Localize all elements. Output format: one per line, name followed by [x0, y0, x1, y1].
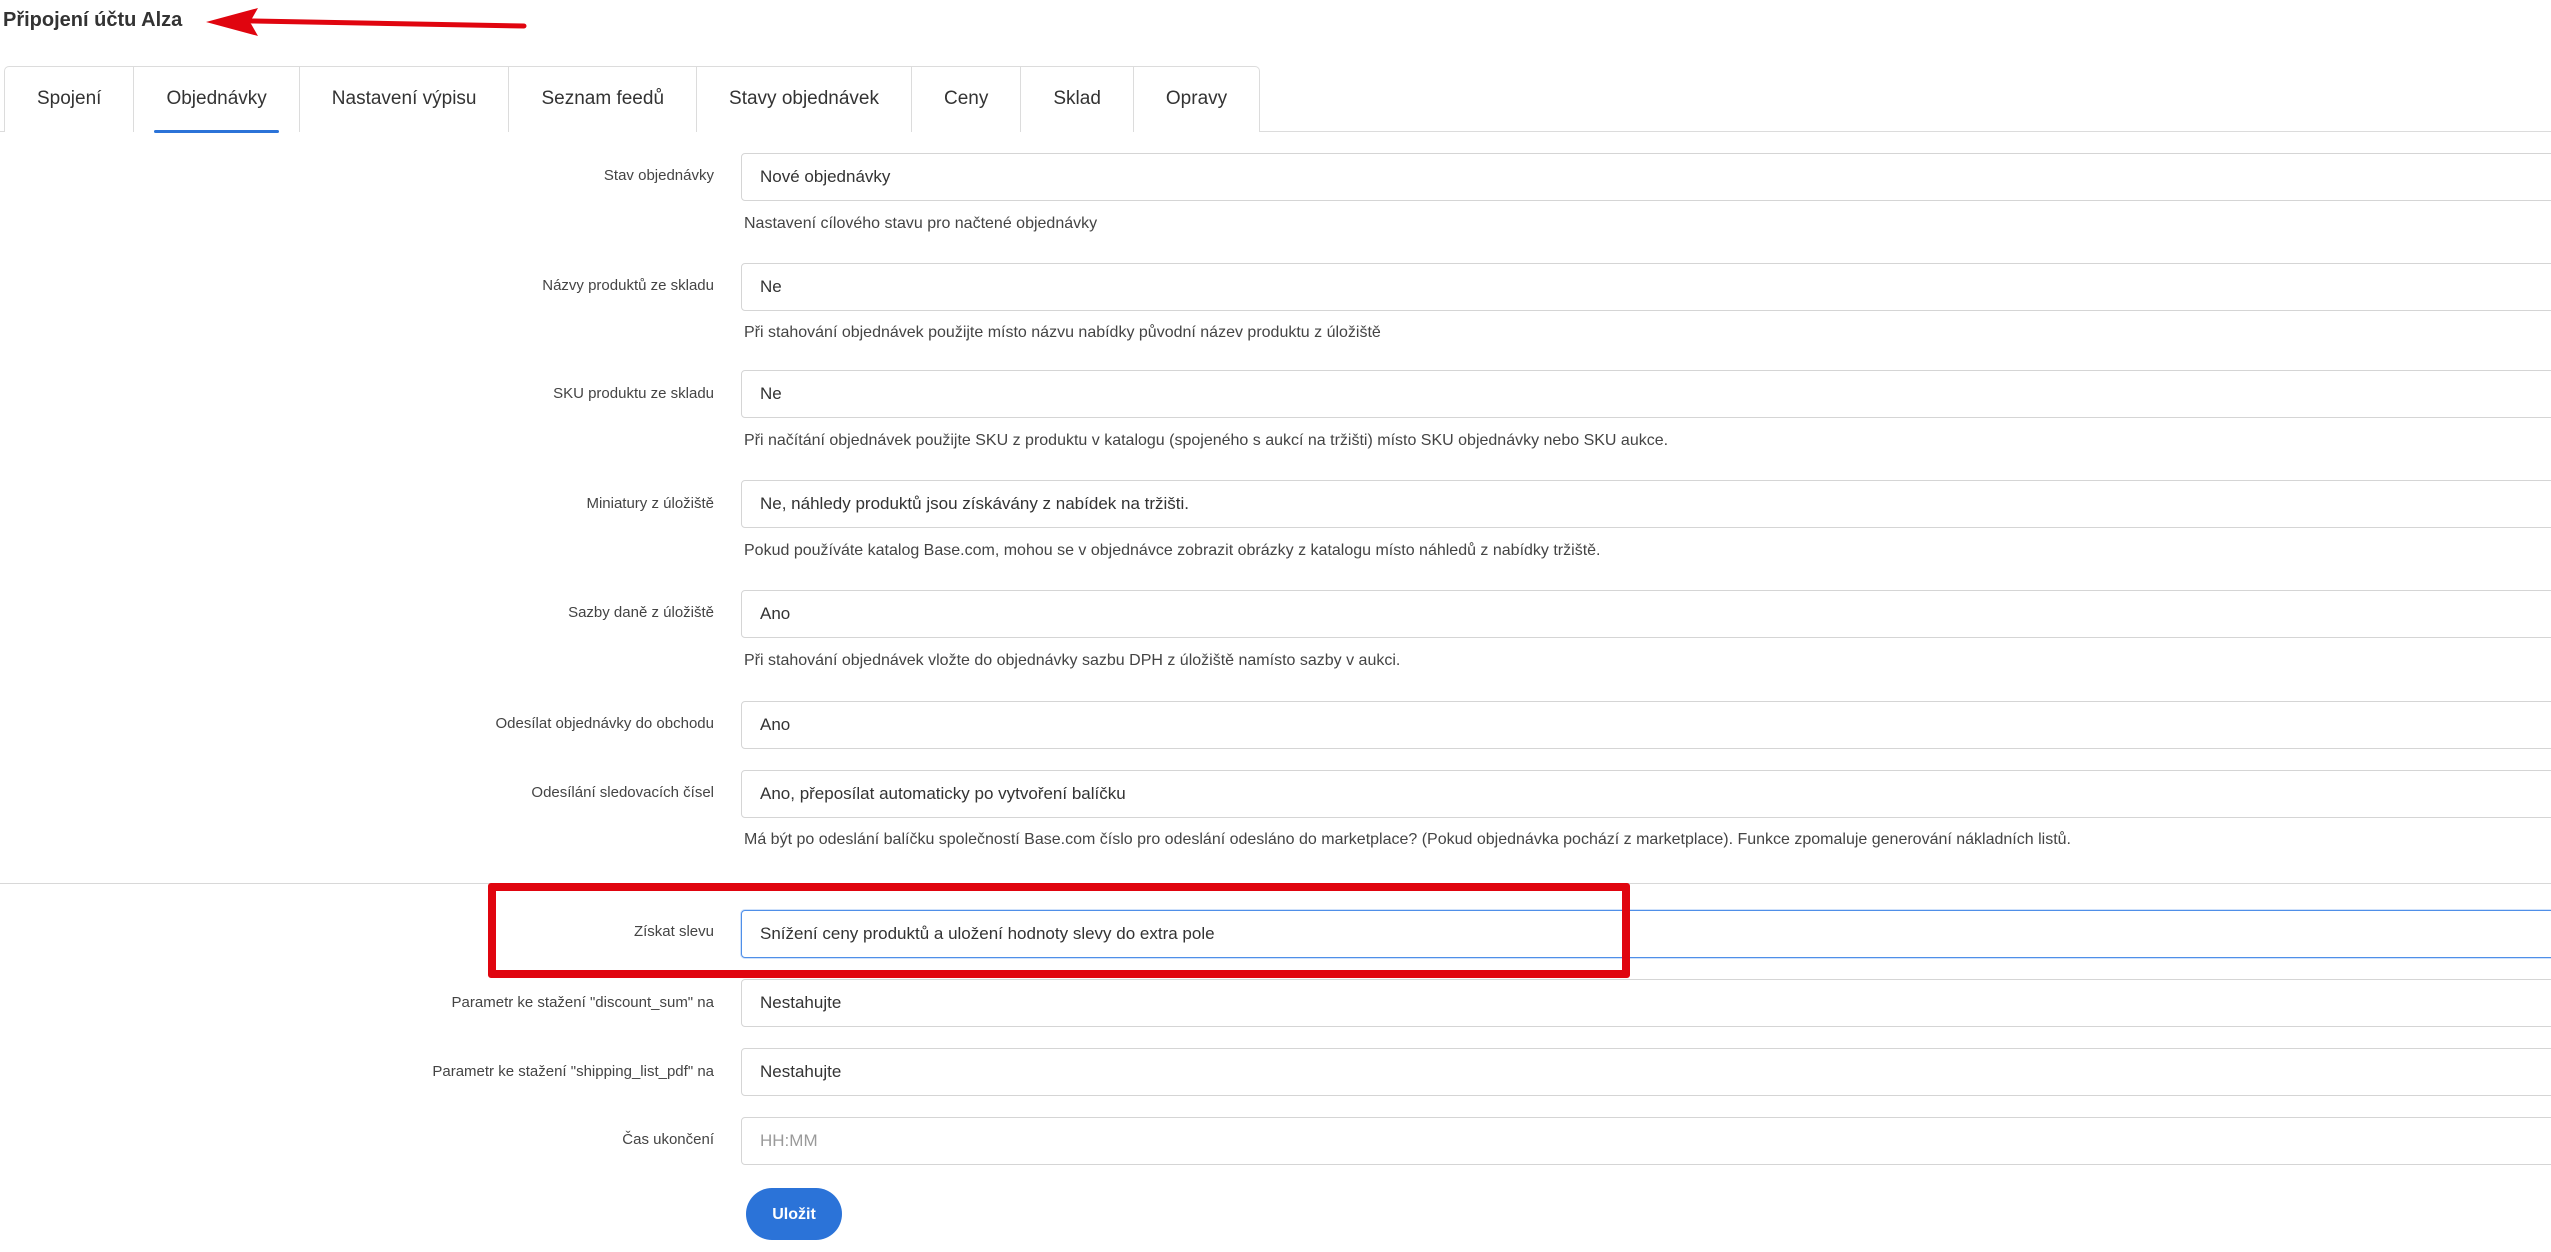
thumbnails-select[interactable]: Ne, náhledy produktů jsou získávány z na…: [741, 480, 2551, 528]
discount-label: Získat slevu: [633, 923, 714, 940]
product-sku-select[interactable]: Ne: [741, 370, 2551, 418]
product-sku-help: Při načítání objednávek použijte SKU z p…: [744, 432, 1669, 449]
tracking-numbers-select[interactable]: Ano, přeposílat automaticky po vytvoření…: [741, 770, 2551, 818]
tax-rates-label: Sazby daně z úložiště: [568, 604, 714, 621]
tab-feed-list[interactable]: Seznam feedů: [509, 67, 698, 132]
tab-orders[interactable]: Objednávky: [134, 67, 300, 133]
discount-sum-label: Parametr ke stažení "discount_sum" na: [451, 994, 714, 1011]
tax-rates-select[interactable]: Ano: [741, 590, 2551, 638]
section-separator: [0, 883, 2551, 884]
order-status-label: Stav objednávky: [603, 167, 714, 184]
thumbnails-label: Miniatury z úložiště: [586, 495, 714, 512]
tracking-numbers-label: Odesílání sledovacích čísel: [531, 784, 714, 801]
product-names-select[interactable]: Ne: [741, 263, 2551, 311]
product-names-help: Při stahování objednávek použijte místo …: [744, 324, 1381, 341]
tab-prices[interactable]: Ceny: [912, 67, 1022, 132]
shipping-list-pdf-select[interactable]: Nestahujte: [741, 1048, 2551, 1096]
discount-sum-select[interactable]: Nestahujte: [741, 979, 2551, 1027]
page-title: Připojení účtu Alza: [3, 9, 183, 31]
product-sku-label: SKU produktu ze skladu: [553, 385, 714, 402]
tab-bar: Spojení Objednávky Nastavení výpisu Sezn…: [4, 66, 1261, 133]
order-status-select[interactable]: Nové objednávky: [741, 153, 2551, 201]
save-button[interactable]: Uložit: [746, 1188, 842, 1240]
end-time-input[interactable]: [741, 1117, 2551, 1165]
tracking-numbers-help: Má být po odeslání balíčku společností B…: [744, 831, 2071, 848]
tax-rates-help: Při stahování objednávek vložte do objed…: [744, 652, 1401, 669]
tab-fixes[interactable]: Opravy: [1134, 67, 1259, 132]
annotation-arrow-icon: [206, 8, 527, 36]
thumbnails-help: Pokud používáte katalog Base.com, mohou …: [744, 542, 1601, 559]
shipping-list-pdf-label: Parametr ke stažení "shipping_list_pdf" …: [432, 1063, 714, 1080]
send-orders-select[interactable]: Ano: [741, 701, 2551, 749]
send-orders-label: Odesílat objednávky do obchodu: [495, 715, 715, 732]
tab-stock[interactable]: Sklad: [1021, 67, 1134, 132]
tab-order-statuses[interactable]: Stavy objednávek: [697, 67, 913, 132]
tab-listing-settings[interactable]: Nastavení výpisu: [300, 67, 510, 132]
order-status-help: Nastavení cílového stavu pro načtené obj…: [744, 215, 1098, 232]
tab-connection[interactable]: Spojení: [5, 67, 135, 132]
discount-select[interactable]: Snížení ceny produktů a uložení hodnoty …: [741, 910, 2551, 958]
product-names-label: Názvy produktů ze skladu: [542, 277, 714, 294]
end-time-label: Čas ukončení: [622, 1131, 714, 1148]
